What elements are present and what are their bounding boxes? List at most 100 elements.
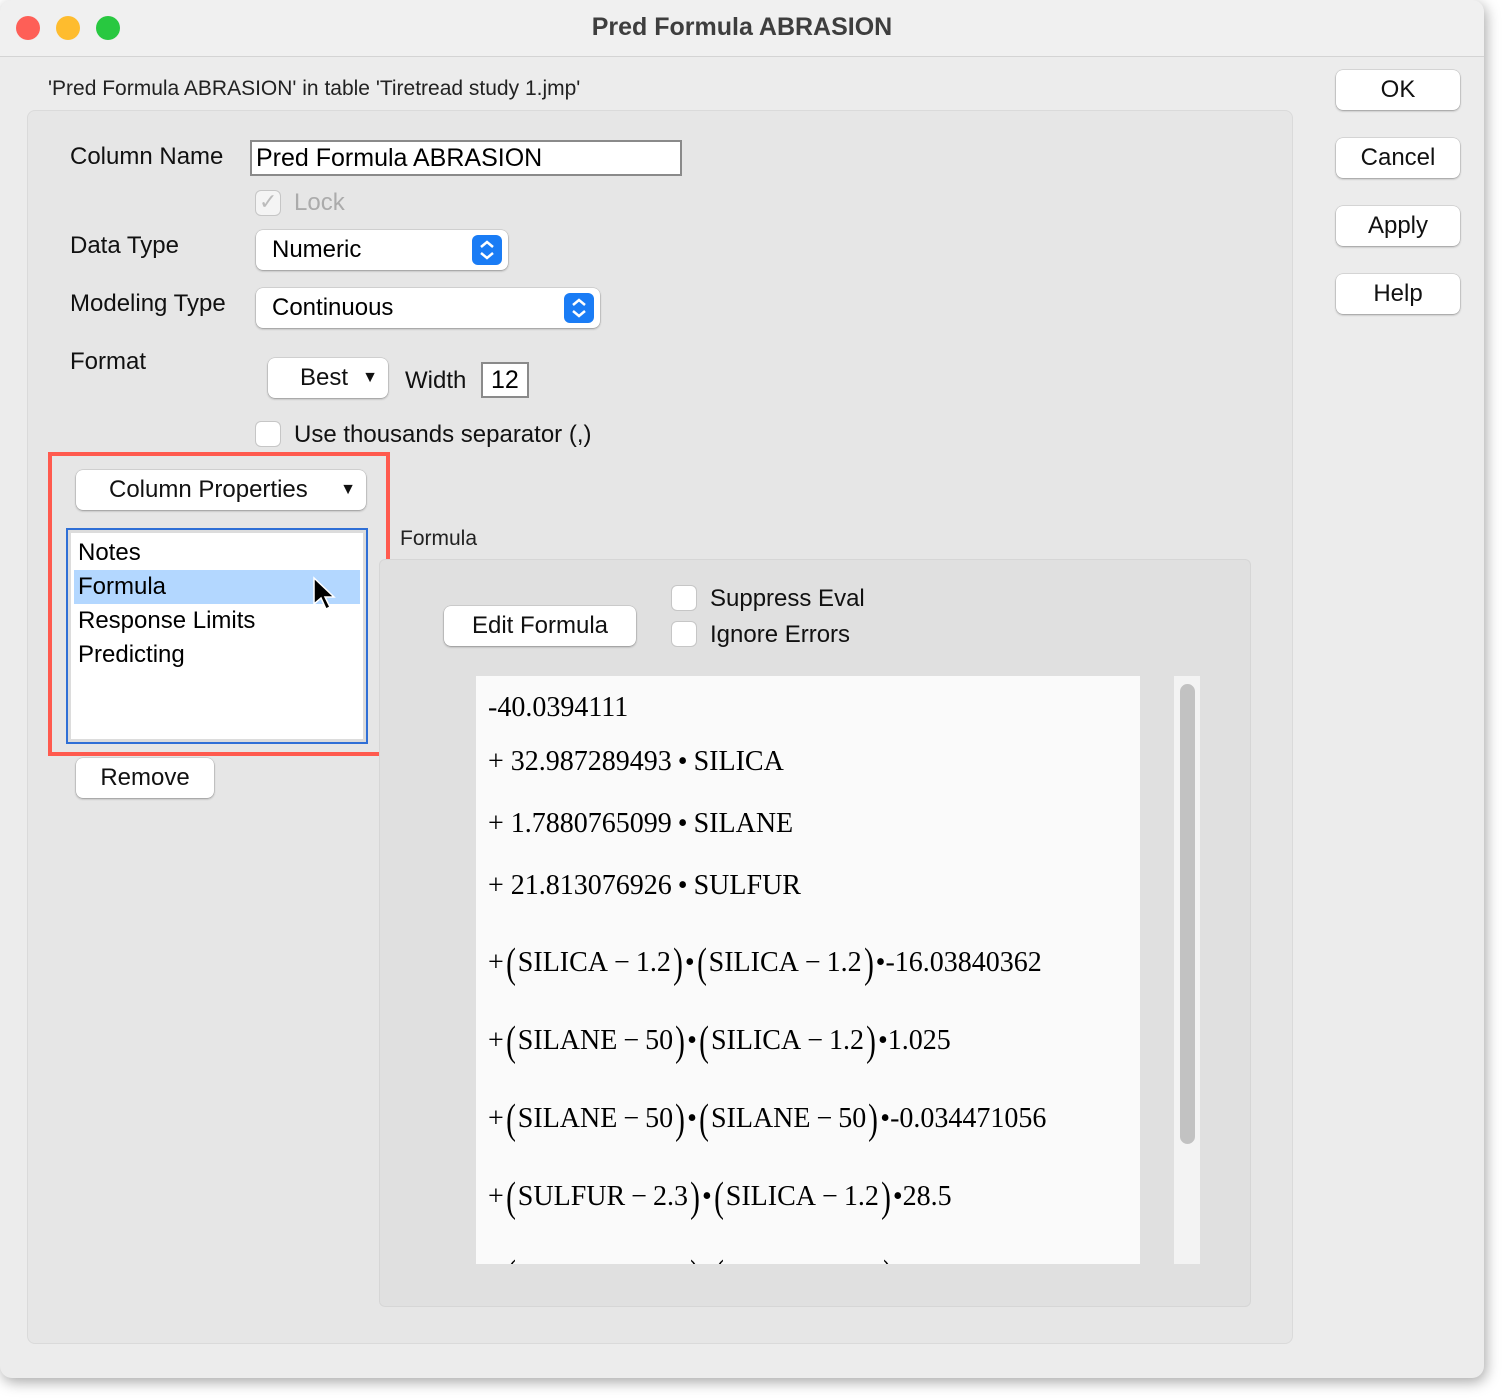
center-value: 1.2 xyxy=(843,1181,879,1212)
checkmark-icon: ✓ xyxy=(259,189,278,214)
times-sign: • xyxy=(701,1181,712,1212)
times-sign: • xyxy=(684,947,695,978)
minus-sign: − xyxy=(623,1025,640,1056)
list-item-predicting[interactable]: Predicting xyxy=(74,638,360,672)
column-properties-dropdown[interactable]: Column Properties ▼ xyxy=(76,470,366,510)
column-properties-list[interactable]: Notes Formula Response Limits Predicting xyxy=(66,528,368,744)
apply-button[interactable]: Apply xyxy=(1336,206,1460,246)
minus-sign: − xyxy=(807,1025,823,1056)
times-sign: • xyxy=(677,870,688,901)
minus-sign: − xyxy=(804,947,821,978)
left-paren: ( xyxy=(505,1175,516,1221)
plus-sign: + xyxy=(488,746,504,777)
formula-display[interactable]: -40.0394111 + 32.987289493 • SILICA + 1.78… xyxy=(476,676,1140,1264)
format-dropdown[interactable]: Best ▼ xyxy=(268,358,388,398)
modeling-type-label: Modeling Type xyxy=(70,290,226,317)
lock-label: Lock xyxy=(294,189,345,216)
right-paren: ) xyxy=(883,1252,893,1264)
formula-constant: -40.0394111 xyxy=(488,692,629,723)
help-button[interactable]: Help xyxy=(1336,274,1460,314)
plus-sign: + xyxy=(488,870,504,901)
dropdown-arrow-icon: ▼ xyxy=(340,481,356,498)
mouse-cursor-icon xyxy=(313,576,336,611)
center-value: 1.2 xyxy=(828,1025,864,1056)
scrollbar-thumb[interactable] xyxy=(1180,684,1195,1144)
format-label: Format xyxy=(70,348,147,375)
modeling-type-select[interactable]: Continuous xyxy=(256,288,600,328)
times-sign: • xyxy=(687,1103,697,1134)
plus-sign: + xyxy=(488,1181,504,1212)
center-value: 50 xyxy=(645,1103,674,1134)
center-value: 50 xyxy=(838,1103,867,1134)
thousands-separator-checkbox[interactable] xyxy=(256,422,280,446)
plus-sign: + xyxy=(488,808,504,839)
variable: SILANE xyxy=(710,1103,811,1134)
center-value: 1.2 xyxy=(826,947,862,978)
variable: SILICA xyxy=(517,947,609,978)
minus-sign: − xyxy=(614,947,630,978)
suppress-eval-checkbox[interactable] xyxy=(672,586,696,610)
title-bar: Pred Formula ABRASION xyxy=(0,0,1484,57)
column-location-text: 'Pred Formula ABRASION' in table 'Tiretr… xyxy=(48,77,581,100)
right-paren: ) xyxy=(690,1175,700,1221)
edit-formula-button[interactable]: Edit Formula xyxy=(444,606,636,646)
center-value: 50 xyxy=(853,1259,881,1264)
right-paren: ) xyxy=(672,941,683,987)
coefficient: -0.034471056 xyxy=(890,1103,1047,1134)
left-paren: ( xyxy=(696,941,707,987)
formula-product-term: +(SILANE −50)•(SILICA −1.2)•1.025 xyxy=(488,1018,951,1066)
center-value: 2.3 xyxy=(653,1259,688,1264)
right-paren: ) xyxy=(863,941,874,987)
plus-sign: + xyxy=(488,1103,504,1134)
minus-sign: − xyxy=(822,1181,838,1212)
variable: SILICA xyxy=(725,1181,817,1212)
remove-button[interactable]: Remove xyxy=(76,758,214,798)
ok-button[interactable]: OK xyxy=(1336,70,1460,110)
times-sign: • xyxy=(880,1103,891,1134)
formula-term: + 1.7880765099 • SILANE xyxy=(488,808,793,840)
plus-sign: + xyxy=(488,1025,504,1056)
dropdown-arrow-icon: ▼ xyxy=(362,369,378,386)
times-sign: • xyxy=(875,947,886,978)
left-paren: ( xyxy=(506,1252,516,1264)
data-type-value: Numeric xyxy=(272,236,362,263)
coefficient: 28.5 xyxy=(902,1181,952,1212)
left-paren: ( xyxy=(505,1097,516,1143)
variable: SILICA xyxy=(710,1025,802,1056)
dialog-window: Pred Formula ABRASION 'Pred Formula ABRA… xyxy=(0,0,1484,1378)
lock-checkbox[interactable]: ✓ xyxy=(256,189,280,215)
left-paren: ( xyxy=(505,1019,516,1065)
column-name-input[interactable] xyxy=(250,140,682,176)
format-value: Best xyxy=(300,364,349,391)
minus-sign: − xyxy=(623,1103,640,1134)
list-item-notes[interactable]: Notes xyxy=(74,536,360,570)
width-label: Width xyxy=(405,367,467,394)
formula-term: + 21.813076926 • SULFUR xyxy=(488,870,801,902)
center-value: 50 xyxy=(645,1025,674,1056)
coefficient: 32.987289493 xyxy=(510,746,672,777)
times-sign: • xyxy=(892,1181,903,1212)
coefficient: 21.813076926 xyxy=(510,870,672,901)
minus-sign: − xyxy=(631,1181,647,1212)
ignore-errors-checkbox[interactable] xyxy=(672,622,696,646)
variable: SILICA xyxy=(708,947,799,978)
ignore-errors-label: Ignore Errors xyxy=(710,621,851,648)
variable: SULFUR xyxy=(518,1259,625,1264)
times-sign: • xyxy=(702,1259,712,1264)
variable: SULFUR xyxy=(693,870,801,901)
minus-sign: − xyxy=(816,1103,833,1134)
coefficient: 1.575 xyxy=(905,1259,968,1264)
suppress-eval-label: Suppress Eval xyxy=(710,585,865,612)
up-down-chevron-icon xyxy=(564,293,594,323)
times-sign: • xyxy=(877,1025,888,1056)
right-paren: ) xyxy=(866,1019,876,1065)
times-sign: • xyxy=(677,746,688,777)
formula-product-term: +(SULFUR−2.3)•(SILANE−50)•1.575 xyxy=(488,1252,968,1264)
formula-product-term: +(SULFUR −2.3)•(SILICA −1.2)•28.5 xyxy=(488,1174,952,1222)
cancel-button[interactable]: Cancel xyxy=(1336,138,1460,178)
center-value: 2.3 xyxy=(652,1181,688,1212)
right-paren: ) xyxy=(690,1252,700,1264)
up-down-chevron-icon xyxy=(472,235,502,265)
width-input[interactable] xyxy=(481,362,529,398)
data-type-select[interactable]: Numeric xyxy=(256,230,508,270)
